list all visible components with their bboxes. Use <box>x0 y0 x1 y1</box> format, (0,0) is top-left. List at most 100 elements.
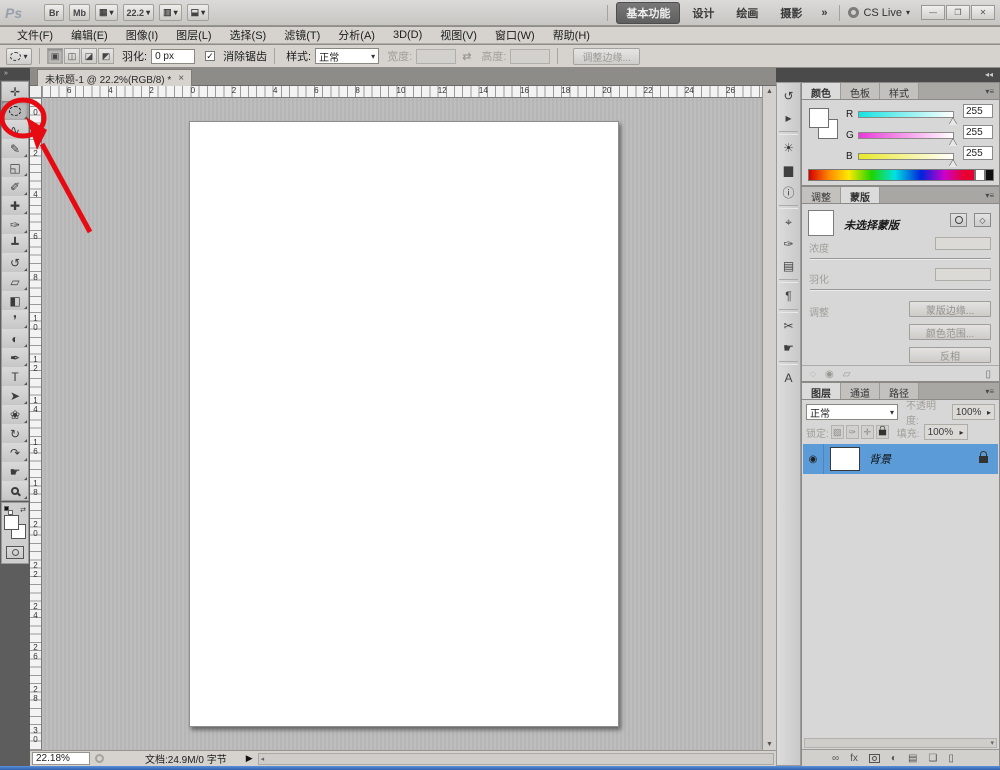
actions-panel-icon[interactable]: ▸ <box>778 107 799 129</box>
tab-layers[interactable]: 图层 <box>802 383 841 400</box>
layer-thumbnail[interactable] <box>830 447 860 471</box>
layers-scrollbar[interactable]: ▾ <box>804 738 997 748</box>
view-extras-button[interactable]: ▥ ▾ <box>159 4 182 21</box>
panel-menu-icon[interactable]: ▾≡ <box>985 187 999 203</box>
load-selection-icon[interactable]: ◌ <box>810 369 816 380</box>
delete-layer-icon[interactable]: ▯ <box>948 753 954 764</box>
menu-item[interactable]: 文件(F) <box>8 27 62 43</box>
green-slider[interactable] <box>858 131 957 146</box>
scroll-down-icon[interactable]: ▼ <box>766 741 773 748</box>
vertical-scrollbar[interactable]: ▲ ▼ <box>762 86 776 750</box>
red-slider[interactable] <box>858 110 957 125</box>
info-panel-icon[interactable]: ⓘ <box>778 181 799 203</box>
lasso-tool[interactable]: ∿ <box>2 120 28 139</box>
add-vector-mask-icon[interactable]: ◇ <box>974 213 991 227</box>
menu-item[interactable]: 窗口(W) <box>486 27 544 43</box>
blend-mode-select[interactable]: 正常 ▾ <box>806 404 899 420</box>
canvas-pasteboard[interactable] <box>42 98 762 750</box>
antialias-checkbox[interactable]: ✓ <box>205 51 216 61</box>
feather-input[interactable]: 0 px <box>151 48 196 64</box>
close-tab-icon[interactable]: × <box>178 73 184 84</box>
history-brush-tool[interactable]: ↺ <box>2 253 28 272</box>
slider-handle[interactable] <box>949 117 957 125</box>
red-value-input[interactable]: 255 <box>963 104 993 118</box>
toolbox-collapse-button[interactable]: » <box>0 68 30 80</box>
foreground-color-swatch[interactable] <box>809 108 829 128</box>
add-selection-mode[interactable]: ◫ <box>64 48 80 64</box>
style-select[interactable]: 正常 ▾ <box>315 48 380 64</box>
add-pixel-mask-icon[interactable] <box>950 213 967 227</box>
paragraph-panel-icon[interactable]: ¶ <box>778 285 799 307</box>
feather-slider[interactable] <box>810 289 991 291</box>
intersect-selection-mode[interactable]: ◩ <box>98 48 114 64</box>
adjustments-panel-icon[interactable]: ☀ <box>778 137 799 159</box>
lock-position-icon[interactable]: ✛ <box>860 425 874 439</box>
screen-mode-button[interactable]: ⬓ ▾ <box>186 4 210 21</box>
menu-item[interactable]: 图层(L) <box>167 27 220 43</box>
workspace-design[interactable]: 设计 <box>682 2 724 24</box>
foreground-color-swatch[interactable] <box>4 515 19 530</box>
add-layer-mask-icon[interactable] <box>868 753 880 763</box>
color-range-button[interactable]: 颜色范围... <box>909 324 991 340</box>
scroll-up-icon[interactable]: ▲ <box>766 88 773 95</box>
white-swatch[interactable] <box>975 169 985 181</box>
menu-item[interactable]: 视图(V) <box>431 27 486 43</box>
restore-button[interactable]: ❐ <box>946 5 970 20</box>
adjustment-layer-icon[interactable]: ◐ <box>891 753 897 764</box>
workspace-photography[interactable]: 摄影 <box>770 2 812 24</box>
menu-item[interactable]: 编辑(E) <box>62 27 117 43</box>
character-panel-icon[interactable]: A <box>778 367 799 389</box>
color-spectrum-ramp[interactable] <box>808 169 975 181</box>
document-canvas[interactable] <box>189 121 619 727</box>
layer-row-background[interactable]: ◉ 背景 <box>803 444 998 474</box>
brush-tool[interactable]: ✑ <box>2 215 28 234</box>
3d-rotate-tool[interactable]: ↻ <box>2 424 28 443</box>
close-button[interactable]: ✕ <box>971 5 995 20</box>
histogram-panel-icon[interactable]: ▆ <box>778 159 799 181</box>
tab-adjustments[interactable]: 调整 <box>802 187 841 204</box>
elliptical-marquee-tool[interactable] <box>2 101 28 120</box>
clone-source-panel-icon[interactable]: ⌖ <box>778 211 799 233</box>
mini-bridge-button[interactable]: Mb <box>69 4 90 21</box>
arrange-documents-button[interactable]: ▦ ▾ <box>95 4 118 21</box>
bridge-button[interactable]: Br <box>44 4 64 21</box>
custom-shape-tool[interactable]: ❀ <box>2 405 28 424</box>
menu-item[interactable]: 3D(D) <box>384 29 431 41</box>
feather-input[interactable] <box>935 268 991 281</box>
workspace-essentials[interactable]: 基本功能 <box>616 1 681 24</box>
tab-channels[interactable]: 通道 <box>841 383 880 400</box>
layer-visibility-toggle[interactable]: ◉ <box>803 444 824 474</box>
lock-pixels-icon[interactable]: ✑ <box>845 425 859 439</box>
blue-slider[interactable] <box>858 152 957 167</box>
crop-tool[interactable]: ◱ <box>2 158 28 177</box>
document-tab[interactable]: 未标题-1 @ 22.2%(RGB/8) * × <box>37 69 193 86</box>
link-layers-icon[interactable]: ∞ <box>832 753 839 764</box>
mask-edge-button[interactable]: 蒙版边缘... <box>909 301 991 317</box>
black-swatch[interactable] <box>985 169 994 181</box>
disable-mask-icon[interactable]: ▱ <box>843 369 851 380</box>
fill-input[interactable]: 100% ▸ <box>923 424 968 440</box>
height-input[interactable] <box>510 48 551 64</box>
delete-mask-icon[interactable]: ▯ <box>985 369 991 380</box>
tab-styles[interactable]: 样式 <box>880 83 919 100</box>
quick-mask-button[interactable] <box>6 546 24 559</box>
layer-style-icon[interactable]: fx <box>850 753 858 764</box>
status-zoom-input[interactable]: 22.18% <box>32 752 90 765</box>
horizontal-scrollbar[interactable]: ◂ <box>257 752 774 765</box>
move-tool[interactable]: ✛ <box>2 82 28 101</box>
healing-brush-tool[interactable]: ✚ <box>2 196 28 215</box>
menu-item[interactable]: 图像(I) <box>117 27 167 43</box>
3d-orbit-tool[interactable]: ↷ <box>2 443 28 462</box>
density-input[interactable] <box>935 237 991 250</box>
blue-value-input[interactable]: 255 <box>963 146 993 160</box>
history-panel-icon[interactable]: ↺ <box>778 85 799 107</box>
eyedropper-tool[interactable]: ✐ <box>2 177 28 196</box>
tab-color[interactable]: 颜色 <box>802 83 841 100</box>
ruler-origin-box[interactable] <box>30 86 42 98</box>
dodge-tool[interactable]: ◐ <box>2 329 28 348</box>
hand-tool[interactable]: ☛ <box>2 462 28 481</box>
menu-item[interactable]: 选择(S) <box>221 27 276 43</box>
workspace-overflow-button[interactable]: » <box>817 7 831 19</box>
apply-mask-icon[interactable]: ◉ <box>825 369 834 380</box>
notes-panel-icon[interactable]: ✂ <box>778 315 799 337</box>
